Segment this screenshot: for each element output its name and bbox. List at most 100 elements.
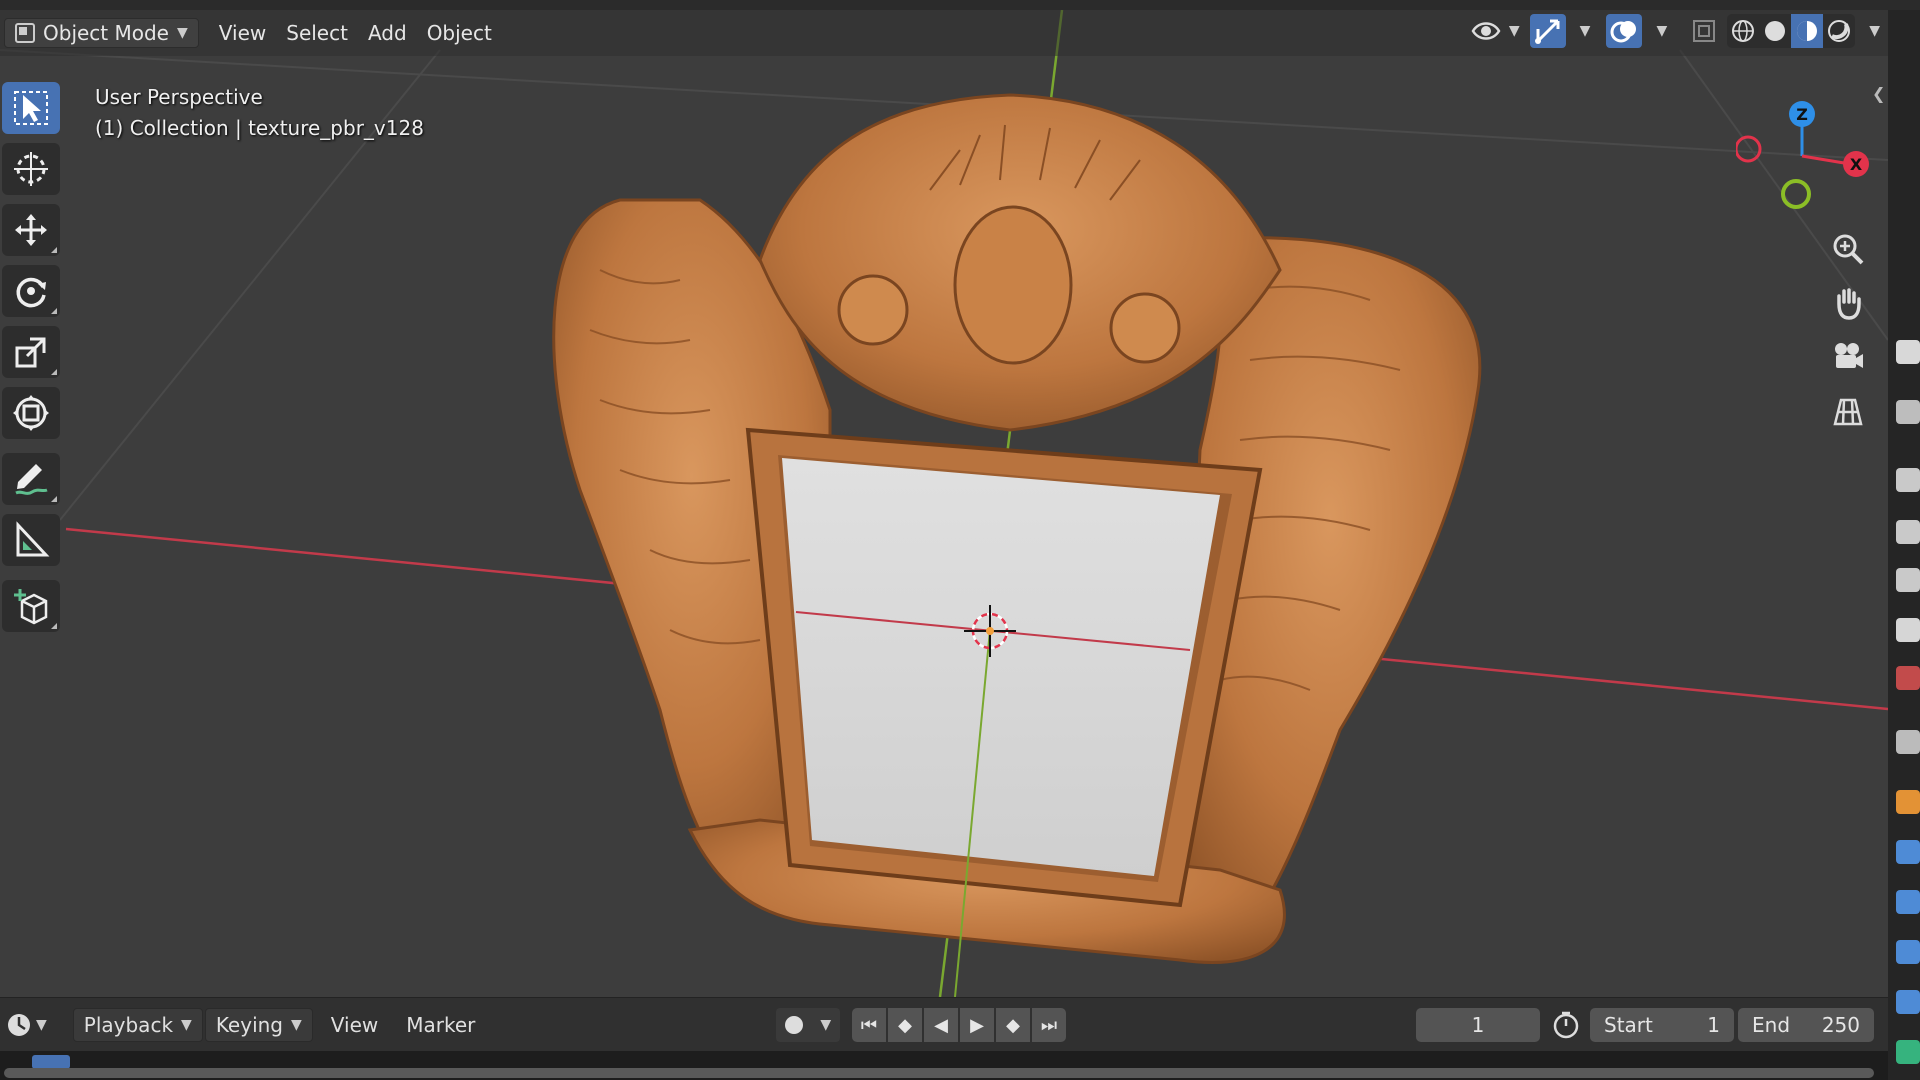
chevron-down-icon[interactable]: ▼ (1656, 23, 1667, 39)
start-frame-field[interactable]: Start 1 (1590, 1008, 1734, 1042)
timeline-header: ▼ Playback ▼ Keying ▼ View Marker ▼ ⏮ ◆ … (0, 997, 1888, 1051)
world-tab-icon[interactable] (1896, 666, 1920, 690)
perspective-label: User Perspective (95, 85, 263, 109)
camera-icon[interactable] (1823, 332, 1873, 382)
jump-end-icon[interactable]: ⏭ (1032, 1008, 1066, 1042)
start-value: 1 (1707, 1013, 1720, 1037)
sidebar-toggle-icon[interactable]: ❮ (1872, 84, 1885, 103)
orthographic-grid-icon[interactable] (1823, 386, 1873, 436)
zoom-icon[interactable] (1823, 224, 1873, 274)
move-tool[interactable] (2, 204, 60, 256)
view-layer-tab-icon[interactable] (1896, 568, 1920, 592)
cursor-tool[interactable] (2, 143, 60, 195)
shading-buttons (1727, 14, 1856, 48)
visibility-eye-icon[interactable]: ▼ (1467, 14, 1524, 48)
physics-tab-icon[interactable] (1896, 940, 1920, 964)
end-label: End (1752, 1013, 1791, 1037)
wireframe-shading-icon[interactable] (1727, 14, 1759, 48)
gizmo-toggle-icon[interactable] (1529, 14, 1566, 48)
current-frame-field[interactable]: 1 (1416, 1008, 1540, 1042)
timeline-view-menu[interactable]: View (321, 1008, 388, 1042)
timeline-ruler[interactable] (0, 1051, 1888, 1080)
stopwatch-icon[interactable] (1552, 1011, 1580, 1043)
ornate-mirror-frame[interactable] (552, 93, 1482, 964)
menu-select[interactable]: Select (276, 18, 358, 48)
chevron-down-icon: ▼ (1508, 23, 1520, 39)
material-shading-icon[interactable] (1791, 14, 1824, 48)
transform-icon (13, 395, 49, 431)
scene (0, 10, 1888, 997)
xray-toggle-icon[interactable] (1687, 14, 1721, 48)
rendered-shading-icon[interactable] (1823, 14, 1855, 48)
record-icon (784, 1016, 803, 1034)
3d-viewport[interactable]: User Perspective (1) Collection | textur… (0, 10, 1888, 997)
editor-type-dropdown[interactable]: ▼ (0, 1008, 53, 1042)
top-strip (0, 0, 1920, 10)
timeline-scrollbar[interactable] (4, 1068, 1874, 1078)
scene-tab-icon[interactable] (1896, 618, 1920, 642)
mode-label: Object Mode (43, 21, 169, 45)
chevron-down-icon[interactable]: ▼ (1580, 23, 1591, 39)
start-label: Start (1604, 1013, 1653, 1037)
play-reverse-icon[interactable]: ◀ (924, 1008, 958, 1042)
rotate-icon (16, 277, 46, 308)
modifier-tab-icon[interactable] (1896, 840, 1920, 864)
keying-label: Keying (215, 1012, 283, 1037)
move-arrows-icon (15, 214, 47, 246)
auto-keying-toggle[interactable]: ▼ (776, 1008, 840, 1042)
marker-menu[interactable]: Marker (396, 1008, 485, 1042)
menu-view[interactable]: View (209, 18, 276, 48)
mode-dropdown[interactable]: Object Mode ▼ (4, 18, 199, 48)
playback-label: Playback (83, 1012, 174, 1037)
collection-label: (1) Collection | texture_pbr_v128 (95, 116, 424, 140)
measure-tool[interactable] (2, 514, 60, 566)
object-mode-icon (15, 23, 35, 43)
chevron-down-icon: ▼ (820, 1017, 832, 1033)
prev-keyframe-icon[interactable]: ◆ (888, 1008, 922, 1042)
chevron-down-icon: ▼ (291, 1016, 302, 1033)
x-axis-label: X (1850, 155, 1863, 174)
ruler-icon (16, 521, 50, 557)
3d-cursor-icon (14, 152, 48, 186)
menu-object[interactable]: Object (417, 18, 502, 48)
select-box-tool[interactable] (2, 82, 60, 134)
transform-tool[interactable] (2, 387, 60, 439)
play-icon[interactable]: ▶ (960, 1008, 994, 1042)
chevron-down-icon: ▼ (177, 25, 188, 41)
rotate-tool[interactable] (2, 265, 60, 317)
overlays-toggle-icon[interactable] (1606, 14, 1643, 48)
solid-shading-icon[interactable] (1759, 14, 1791, 48)
playhead-marker[interactable] (32, 1055, 70, 1069)
navigation-gizmo[interactable]: Z X (1736, 94, 1876, 234)
end-value: 250 (1821, 1013, 1860, 1037)
neg-y-axis-ball (1781, 179, 1811, 209)
data-tab-icon[interactable] (1896, 1040, 1920, 1064)
pan-hand-icon[interactable] (1823, 278, 1873, 328)
tool-shelf (0, 82, 66, 641)
next-keyframe-icon[interactable]: ◆ (996, 1008, 1030, 1042)
clock-icon (8, 1013, 30, 1036)
particles-tab-icon[interactable] (1896, 890, 1920, 914)
scale-icon (15, 337, 46, 368)
chevron-down-icon: ▼ (36, 1016, 47, 1033)
menu-add[interactable]: Add (358, 18, 417, 48)
chevron-down-icon[interactable]: ▼ (1869, 23, 1880, 39)
collection-tab-icon[interactable] (1896, 730, 1920, 754)
mirror-surface (782, 458, 1220, 876)
constraints-tab-icon[interactable] (1896, 990, 1920, 1014)
output-tab-icon[interactable] (1896, 468, 1920, 492)
viewport-header-right: ▼ ▼ ▼ ▼ (1467, 14, 1880, 48)
render-tab-icon[interactable] (1896, 400, 1920, 424)
keying-menu[interactable]: Keying ▼ (204, 1007, 313, 1042)
tool-tab-icon[interactable] (1896, 340, 1920, 364)
jump-start-icon[interactable]: ⏮ (852, 1008, 886, 1042)
playback-menu[interactable]: Playback ▼ (72, 1007, 203, 1042)
object-tab-icon[interactable] (1896, 790, 1920, 814)
annotate-tool[interactable] (2, 453, 60, 505)
end-frame-field[interactable]: End 250 (1738, 1008, 1874, 1042)
scale-tool[interactable] (2, 326, 60, 378)
pencil-icon (15, 464, 48, 495)
print-tab-icon[interactable] (1896, 520, 1920, 544)
viewport-info: User Perspective (1) Collection | textur… (95, 82, 424, 144)
add-cube-tool[interactable] (2, 580, 60, 632)
